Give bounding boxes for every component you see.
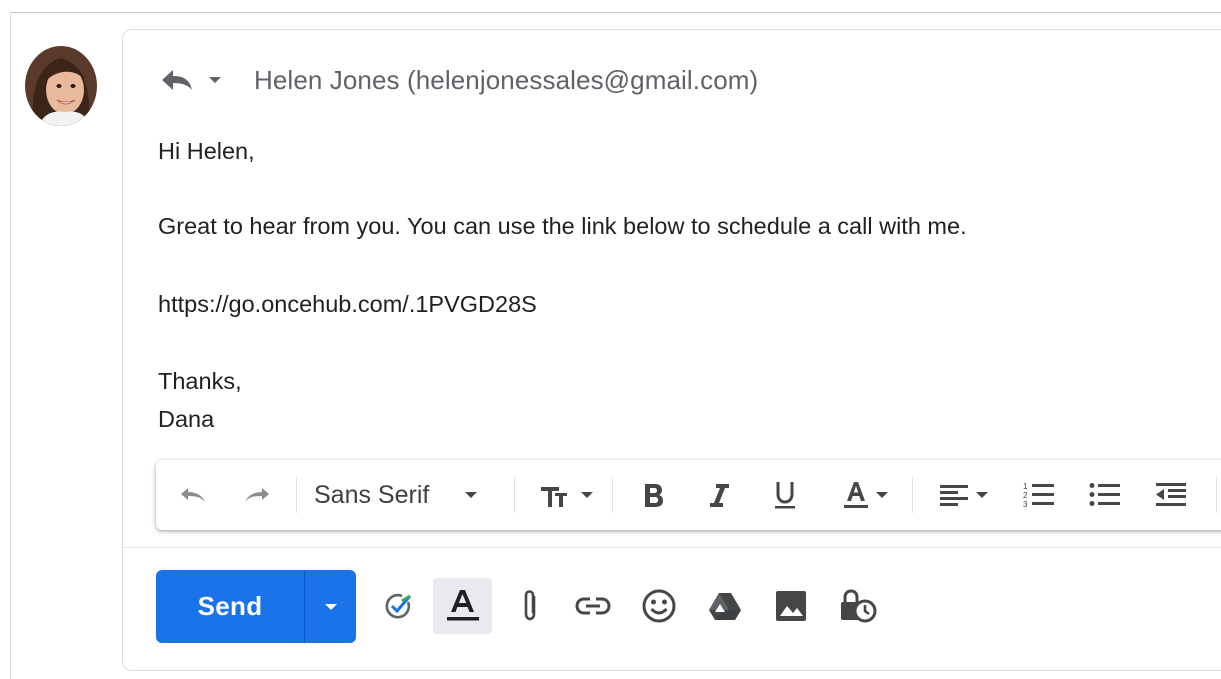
svg-text:1: 1 — [1023, 482, 1028, 491]
dropdown-caret-icon — [876, 492, 888, 498]
checkmark-icon[interactable] — [376, 578, 420, 634]
toolbar-separator — [1216, 477, 1217, 513]
indent-less-icon[interactable] — [1148, 460, 1194, 530]
confidential-mode-icon[interactable] — [834, 578, 882, 634]
body-paragraph[interactable]: Great to hear from you. You can use the … — [158, 211, 967, 241]
chevron-down-icon — [324, 603, 337, 610]
link-icon[interactable] — [570, 578, 616, 634]
align-icon[interactable] — [928, 460, 998, 530]
text-color-icon[interactable] — [828, 460, 902, 530]
font-name-label: Sans Serif — [314, 480, 430, 509]
closing-text[interactable]: Thanks, — [158, 366, 242, 396]
greeting-text[interactable]: Hi Helen, — [158, 136, 255, 166]
top-divider — [10, 12, 1221, 13]
send-button-group: Send — [156, 570, 356, 643]
recipient-label[interactable]: Helen Jones (helenjonessales@gmail.com) — [254, 65, 758, 96]
underline-icon[interactable] — [762, 460, 808, 530]
avatar — [25, 46, 97, 126]
text-formatting-icon[interactable] — [433, 578, 492, 634]
dropdown-caret-icon — [581, 492, 593, 498]
text-size-icon[interactable] — [530, 460, 602, 530]
compose-divider — [123, 547, 1221, 548]
redo-icon[interactable] — [234, 460, 280, 530]
reply-type-dropdown-icon[interactable] — [204, 67, 226, 93]
bold-icon[interactable] — [630, 460, 676, 530]
emoji-icon[interactable] — [636, 578, 682, 634]
svg-text:2: 2 — [1023, 491, 1028, 500]
toolbar-separator — [912, 477, 913, 513]
attach-icon[interactable] — [512, 578, 548, 634]
numbered-list-icon[interactable]: 123 — [1016, 460, 1062, 530]
bulleted-list-icon[interactable] — [1082, 460, 1128, 530]
toolbar-separator — [296, 477, 297, 513]
dropdown-caret-icon — [465, 492, 478, 498]
drive-icon[interactable] — [702, 578, 748, 634]
dropdown-caret-icon — [976, 492, 988, 498]
signature-text[interactable]: Dana — [158, 404, 214, 434]
left-divider — [10, 12, 11, 679]
font-selector[interactable]: Sans Serif — [314, 460, 504, 530]
reply-header: Helen Jones (helenjonessales@gmail.com) — [158, 62, 758, 98]
send-button[interactable]: Send — [156, 570, 304, 643]
italic-icon[interactable] — [696, 460, 742, 530]
send-options-button[interactable] — [305, 570, 356, 643]
svg-text:3: 3 — [1023, 500, 1028, 509]
toolbar-separator — [514, 477, 515, 513]
undo-icon[interactable] — [170, 460, 216, 530]
schedule-link[interactable]: https://go.oncehub.com/.1PVGD28S — [158, 289, 537, 319]
toolbar-separator — [612, 477, 613, 513]
photo-icon[interactable] — [768, 578, 814, 634]
formatting-toolbar: Sans Serif 123 — [156, 460, 1221, 530]
reply-icon[interactable] — [158, 67, 196, 93]
